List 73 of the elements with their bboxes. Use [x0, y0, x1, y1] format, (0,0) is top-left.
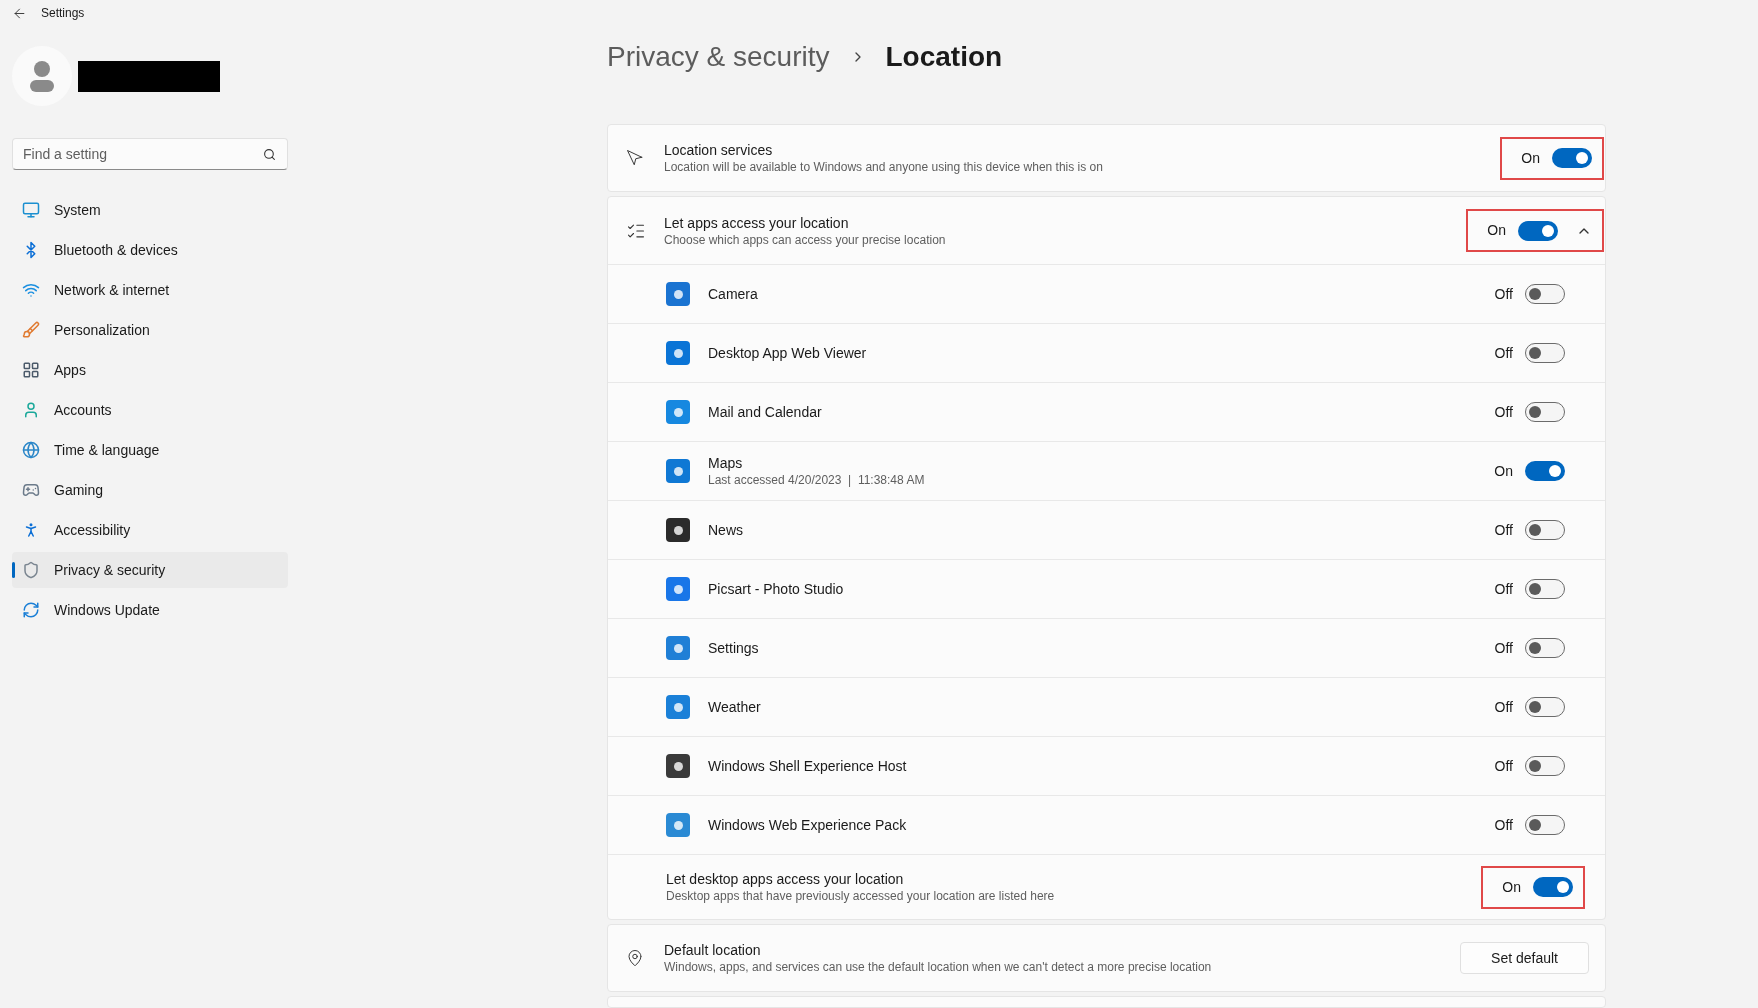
sidebar-item[interactable]: Windows Update	[12, 592, 288, 628]
sidebar-item[interactable]: Bluetooth & devices	[12, 232, 288, 268]
sidebar-item[interactable]: Time & language	[12, 432, 288, 468]
monitor-icon	[22, 201, 40, 219]
toggle-switch[interactable]	[1533, 877, 1573, 897]
setting-description: Location will be available to Windows and anyone using this device when this is on	[664, 159, 1104, 175]
update-icon	[22, 601, 40, 619]
toggle-switch[interactable]	[1525, 697, 1565, 717]
toggle-switch[interactable]	[1525, 284, 1565, 304]
toggle-state-label: Off	[1493, 815, 1513, 835]
toggle-switch[interactable]	[1525, 579, 1565, 599]
app-name: Settings	[708, 639, 760, 657]
sidebar-item[interactable]: System	[12, 192, 288, 228]
app-name: Windows Web Experience Pack	[708, 816, 908, 834]
navigation-arrow-icon	[626, 149, 644, 167]
app-name: Desktop App Web Viewer	[708, 344, 868, 362]
toggle-switch[interactable]	[1525, 520, 1565, 540]
toggle-switch[interactable]	[1525, 756, 1565, 776]
sidebar-item[interactable]: Accounts	[12, 392, 288, 428]
person-icon	[22, 401, 40, 419]
page-title: Location	[885, 40, 1003, 74]
setting-title: Default location	[664, 941, 762, 959]
setting-title: Location services	[664, 141, 774, 159]
setting-description: Choose which apps can access your precise location	[664, 231, 947, 248]
setting-title: Let desktop apps access your location	[666, 870, 905, 888]
toggle-state-label: Off	[1493, 284, 1513, 304]
toggle-state-label: Off	[1493, 579, 1513, 599]
search-icon[interactable]	[263, 148, 276, 161]
sidebar-item[interactable]: Gaming	[12, 472, 288, 508]
app-name: Mail and Calendar	[708, 403, 823, 421]
setting-description: Desktop apps that have previously accessed your location are listed here	[666, 888, 1056, 904]
toggle-switch[interactable]	[1525, 638, 1565, 658]
apps-grid-icon	[22, 361, 40, 379]
toggle-switch[interactable]	[1525, 461, 1565, 481]
toggle-state-label: Off	[1493, 520, 1513, 540]
app-name: Maps	[708, 454, 744, 472]
app-detail: Last accessed 4/20/2023 | 11:38:48 AM	[708, 472, 926, 488]
brush-icon	[22, 321, 40, 339]
toggle-switch[interactable]	[1525, 402, 1565, 422]
sidebar-item[interactable]: Accessibility	[12, 512, 288, 548]
toggle-state-label: On	[1520, 148, 1540, 168]
app-name: Picsart - Photo Studio	[708, 580, 845, 598]
sidebar-item[interactable]: Privacy & security	[12, 552, 288, 588]
sidebar-item[interactable]: Personalization	[12, 312, 288, 348]
gamepad-icon	[22, 481, 40, 499]
toggle-state-label: Off	[1493, 638, 1513, 658]
toggle-switch[interactable]	[1552, 148, 1592, 168]
breadcrumb-parent[interactable]: Privacy & security	[607, 36, 830, 78]
sidebar-item[interactable]: Network & internet	[12, 272, 288, 308]
wifi-icon	[22, 281, 40, 299]
toggle-switch[interactable]	[1518, 220, 1558, 241]
toggle-switch[interactable]	[1525, 815, 1565, 835]
shield-icon	[22, 561, 40, 579]
toggle-state-label: Off	[1493, 402, 1513, 422]
toggle-state-label: Off	[1493, 697, 1513, 717]
sidebar-item[interactable]: Apps	[12, 352, 288, 388]
toggle-state-label: On	[1486, 221, 1506, 240]
setting-description: Windows, apps, and services can use the default location when we can't detect a more precise location	[664, 959, 1213, 975]
app-name: Windows Shell Experience Host	[708, 757, 908, 775]
toggle-switch[interactable]	[1525, 343, 1565, 363]
set-default-button[interactable]: Set default	[1460, 942, 1589, 974]
setting-title: Let apps access your location	[664, 213, 850, 232]
toggle-state-label: On	[1493, 461, 1513, 481]
app-name: Weather	[708, 698, 762, 716]
search-field[interactable]: Find a setting	[12, 138, 288, 170]
person-silhouette-icon	[28, 60, 56, 92]
window-title: Settings	[41, 5, 85, 22]
map-pin-icon	[626, 949, 644, 967]
app-name: Camera	[708, 285, 759, 303]
app-name: News	[708, 521, 744, 539]
toggle-state-label: Off	[1493, 343, 1513, 363]
toggle-state-label: Off	[1493, 756, 1513, 776]
toggle-state-label: On	[1501, 877, 1521, 897]
